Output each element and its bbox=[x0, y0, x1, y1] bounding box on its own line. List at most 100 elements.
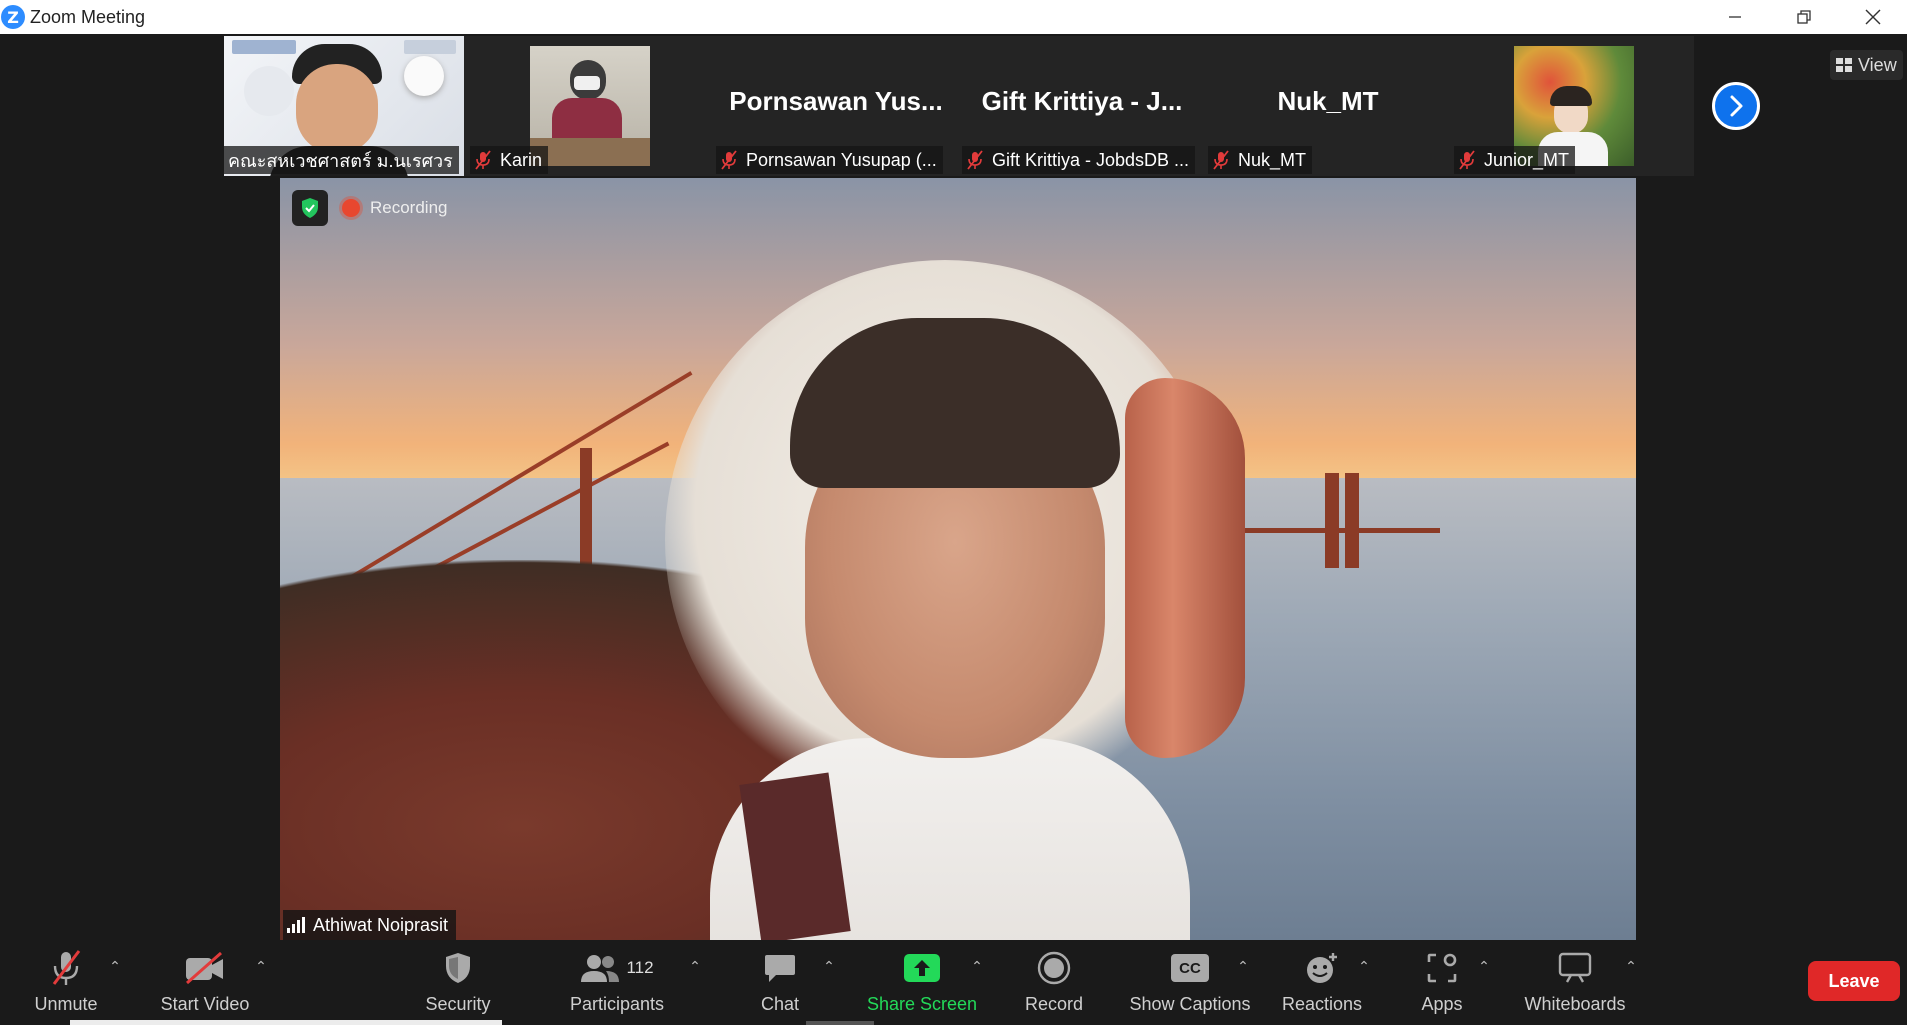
closed-captions-icon: CC bbox=[1171, 954, 1209, 982]
window-controls bbox=[1700, 0, 1907, 34]
encryption-badge[interactable] bbox=[292, 190, 328, 226]
record-button[interactable]: Record bbox=[1014, 948, 1094, 1020]
chat-label: Chat bbox=[760, 994, 800, 1014]
zoom-window: Z Zoom Meeting คณะสหเวชศาสตร์ ม.นเรศวร K… bbox=[0, 0, 1907, 1025]
chat-button[interactable]: Chat bbox=[740, 948, 820, 1020]
scroll-indicator bbox=[806, 1021, 874, 1025]
active-speaker-video[interactable]: Recording Athiwat Noiprasit bbox=[280, 178, 1636, 940]
participant-name: Karin bbox=[500, 149, 543, 170]
whiteboard-icon bbox=[1558, 952, 1592, 983]
bridge-deck bbox=[1240, 528, 1440, 533]
restore-button[interactable] bbox=[1769, 0, 1838, 34]
participant-label: Gift Krittiya - JobdsDB ... bbox=[962, 146, 1196, 174]
participant-display-name: Pornsawan Yus... bbox=[729, 86, 943, 116]
recording-indicator[interactable]: Recording bbox=[342, 196, 448, 220]
muted-mic-icon bbox=[967, 150, 983, 170]
decor-ball bbox=[244, 66, 294, 116]
view-button[interactable]: View bbox=[1830, 50, 1903, 80]
meeting-toolbar: Unmute ⌃ Start Video ⌃ Security 112 Part… bbox=[0, 940, 1907, 1025]
participant-tile[interactable]: Karin bbox=[470, 36, 710, 176]
logo-mark bbox=[232, 40, 296, 54]
participants-button[interactable]: 112 Participants bbox=[562, 948, 672, 1020]
minimize-icon bbox=[1728, 16, 1741, 18]
share-options-caret-icon[interactable]: ⌃ bbox=[968, 958, 986, 975]
face-mask bbox=[574, 76, 600, 90]
participant-label: Pornsawan Yusupap (... bbox=[716, 146, 943, 174]
participant-display-name: Gift Krittiya - J... bbox=[981, 86, 1183, 116]
taskbar-strip bbox=[70, 1020, 502, 1025]
whiteboards-options-caret-icon[interactable]: ⌃ bbox=[1622, 958, 1640, 975]
bridge-tower bbox=[1325, 473, 1339, 568]
reactions-options-caret-icon[interactable]: ⌃ bbox=[1355, 958, 1373, 975]
next-page-button[interactable] bbox=[1712, 82, 1760, 130]
show-captions-label: Show Captions bbox=[1129, 994, 1251, 1014]
whiteboards-label: Whiteboards bbox=[1524, 994, 1626, 1014]
view-label: View bbox=[1858, 54, 1897, 75]
participant-label: Junior_MT bbox=[1454, 146, 1576, 174]
apps-button[interactable]: Apps bbox=[1402, 948, 1482, 1020]
whiteboards-button[interactable]: Whiteboards bbox=[1512, 948, 1638, 1020]
participant-strip: คณะสหเวชศาสตร์ ม.นเรศวร Karin Pornsawan … bbox=[224, 36, 1694, 176]
participant-name: Pornsawan Yusupap (... bbox=[746, 149, 937, 170]
chevron-right-icon bbox=[1730, 95, 1743, 117]
security-label: Security bbox=[425, 994, 491, 1014]
share-screen-icon bbox=[904, 954, 940, 982]
unmute-label: Unmute bbox=[34, 994, 98, 1014]
zoom-logo-icon: Z bbox=[1, 5, 25, 29]
participants-options-caret-icon[interactable]: ⌃ bbox=[686, 958, 704, 975]
title-bar: Z Zoom Meeting bbox=[0, 0, 1907, 34]
chat-options-caret-icon[interactable]: ⌃ bbox=[820, 958, 838, 975]
start-video-button[interactable]: Start Video bbox=[150, 948, 260, 1020]
muted-mic-icon bbox=[1213, 150, 1229, 170]
anniversary-mark bbox=[404, 40, 456, 54]
audio-options-caret-icon[interactable]: ⌃ bbox=[106, 958, 124, 975]
leave-button[interactable]: Leave bbox=[1808, 961, 1900, 1001]
captions-options-caret-icon[interactable]: ⌃ bbox=[1234, 958, 1252, 975]
muted-mic-icon bbox=[1459, 150, 1475, 170]
video-off-icon bbox=[186, 951, 223, 985]
recording-dot-icon bbox=[342, 199, 360, 217]
participant-tile[interactable]: Nuk_MT Nuk_MT bbox=[1208, 36, 1448, 176]
start-video-label: Start Video bbox=[160, 994, 250, 1014]
speaker-name-tag: Athiwat Noiprasit bbox=[283, 910, 457, 940]
participant-count: 112 bbox=[626, 958, 654, 977]
signal-strength-icon bbox=[287, 917, 305, 933]
muted-mic-icon bbox=[52, 950, 81, 985]
participant-name: คณะสหเวชศาสตร์ ม.นเรศวร bbox=[224, 146, 459, 174]
apps-options-caret-icon[interactable]: ⌃ bbox=[1475, 958, 1493, 975]
muted-mic-icon bbox=[475, 150, 491, 170]
share-screen-button[interactable]: Share Screen bbox=[862, 948, 982, 1020]
minimize-button[interactable] bbox=[1700, 0, 1769, 34]
restore-icon bbox=[1796, 10, 1811, 24]
participant-name: Junior_MT bbox=[1484, 149, 1570, 170]
reaction-smile-icon bbox=[1307, 953, 1337, 983]
bridge-tower bbox=[1345, 473, 1359, 568]
share-screen-label: Share Screen bbox=[866, 994, 978, 1014]
participant-tile[interactable]: Junior_MT bbox=[1454, 36, 1694, 176]
unmute-button[interactable]: Unmute bbox=[26, 948, 106, 1020]
grid-icon bbox=[1836, 58, 1852, 72]
record-label: Record bbox=[1024, 994, 1084, 1014]
recording-label: Recording bbox=[370, 198, 448, 217]
security-button[interactable]: Security bbox=[418, 948, 498, 1020]
person-hair bbox=[1550, 86, 1592, 106]
participant-name: Nuk_MT bbox=[1238, 149, 1307, 170]
shield-icon bbox=[446, 953, 470, 983]
apps-icon bbox=[1427, 953, 1457, 983]
participants-label: Participants bbox=[569, 994, 665, 1014]
video-options-caret-icon[interactable]: ⌃ bbox=[252, 958, 270, 975]
record-icon bbox=[1037, 951, 1071, 985]
apps-label: Apps bbox=[1421, 994, 1463, 1014]
close-button[interactable] bbox=[1838, 0, 1907, 34]
person-face bbox=[296, 64, 378, 154]
speaker-name: Athiwat Noiprasit bbox=[313, 914, 449, 935]
participant-tile[interactable]: คณะสหเวชศาสตร์ ม.นเรศวร bbox=[224, 36, 464, 176]
participant-display-name: Nuk_MT bbox=[1277, 86, 1379, 116]
participant-tile[interactable]: Pornsawan Yus... Pornsawan Yusupap (... bbox=[716, 36, 956, 176]
participant-label: Nuk_MT bbox=[1208, 146, 1313, 174]
participant-tile[interactable]: Gift Krittiya - J... Gift Krittiya - Job… bbox=[962, 36, 1202, 176]
decor-ball bbox=[404, 56, 444, 96]
curtain bbox=[1125, 378, 1245, 758]
muted-mic-icon bbox=[721, 150, 737, 170]
shield-check-icon bbox=[302, 198, 318, 218]
